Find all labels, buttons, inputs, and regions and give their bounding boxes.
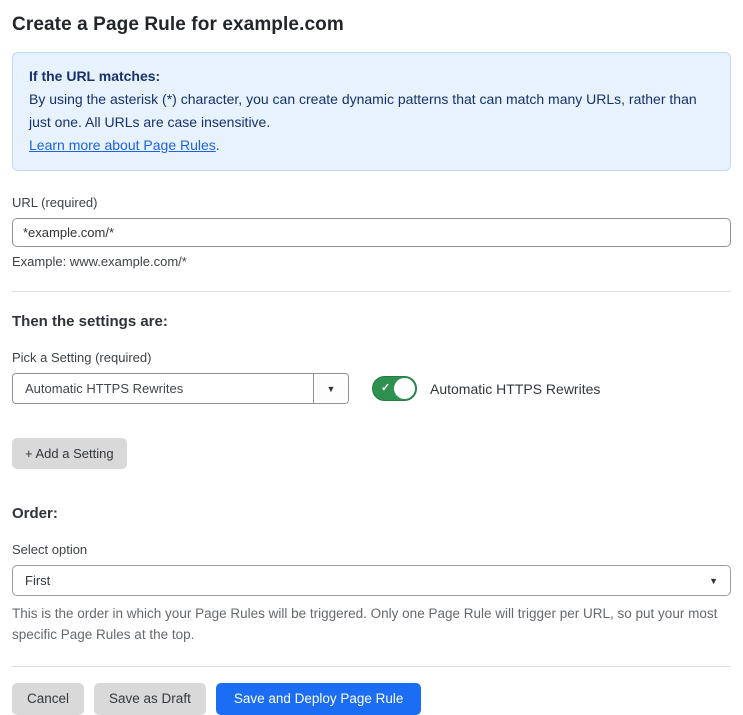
url-example-helper: Example: www.example.com/* [12, 254, 187, 269]
order-helper-text: This is the order in which your Page Rul… [12, 606, 718, 642]
chevron-down-icon: ▼ [709, 575, 718, 586]
toggle-label: Automatic HTTPS Rewrites [430, 380, 601, 397]
setting-dropdown-button[interactable]: ▼ [313, 374, 348, 403]
url-field-label: URL (required) [12, 195, 98, 210]
save-as-draft-button[interactable]: Save as Draft [94, 683, 206, 715]
info-box-link-line: Learn more about Page Rules. [29, 134, 714, 157]
url-input[interactable] [12, 218, 731, 247]
pick-setting-label: Pick a Setting (required) [12, 350, 152, 365]
learn-more-link[interactable]: Learn more about Page Rules [29, 137, 216, 153]
page-rule-form: Create a Page Rule for example.com If th… [0, 0, 743, 715]
https-rewrites-toggle[interactable]: ✓ [372, 376, 417, 401]
order-section-heading: Order: [12, 505, 58, 522]
info-box-heading: If the URL matches: [29, 68, 161, 84]
settings-section-heading: Then the settings are: [12, 313, 168, 330]
add-setting-button[interactable]: + Add a Setting [12, 438, 127, 469]
divider-top [12, 291, 731, 292]
toggle-knob [394, 378, 415, 399]
footer-actions: Cancel Save as Draft Save and Deploy Pag… [12, 683, 731, 715]
setting-dropdown[interactable]: Automatic HTTPS Rewrites ▼ [12, 373, 349, 404]
order-select[interactable]: First ▼ [12, 565, 731, 596]
info-box-body: By using the asterisk (*) character, you… [29, 91, 697, 130]
order-select-value: First [25, 573, 51, 588]
setting-dropdown-value: Automatic HTTPS Rewrites [25, 381, 184, 396]
link-suffix: . [215, 137, 220, 153]
check-icon: ✓ [381, 382, 391, 394]
order-select-label: Select option [12, 542, 88, 557]
cancel-button[interactable]: Cancel [12, 683, 85, 715]
page-title: Create a Page Rule for example.com [12, 14, 344, 35]
setting-row: Automatic HTTPS Rewrites ▼ ✓ Automatic H… [12, 373, 731, 404]
save-and-deploy-button[interactable]: Save and Deploy Page Rule [215, 683, 422, 715]
chevron-down-icon: ▼ [326, 383, 336, 394]
url-matches-info-box: If the URL matches: By using the asteris… [12, 52, 731, 171]
divider-bottom [12, 666, 731, 667]
